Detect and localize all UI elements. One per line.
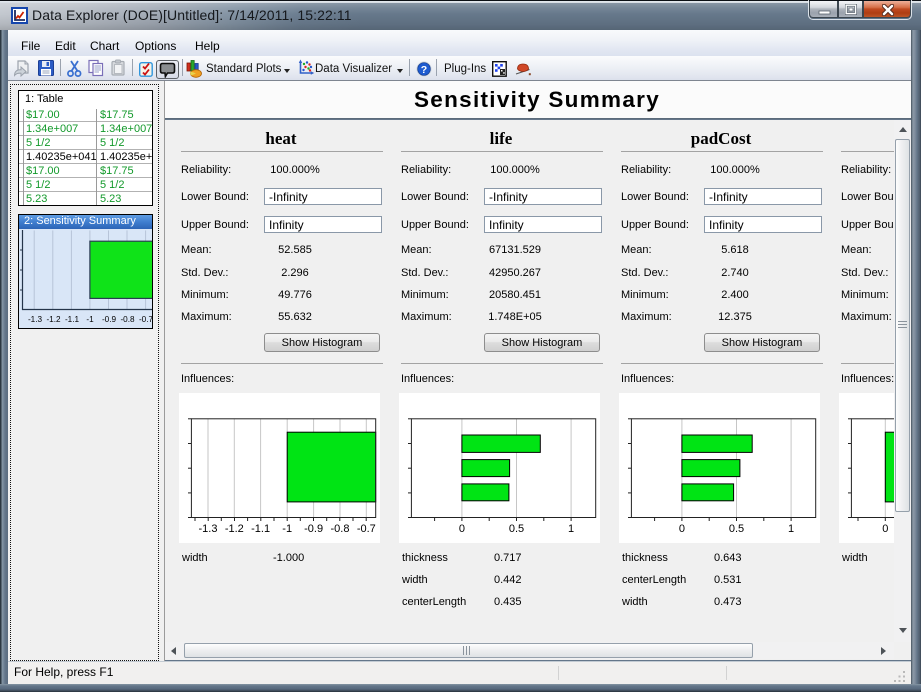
svg-text:-0.7: -0.7 [139, 315, 152, 324]
svg-text:-1: -1 [86, 315, 94, 324]
svg-text:-0.9: -0.9 [102, 315, 117, 324]
svg-text:-1.2: -1.2 [46, 315, 61, 324]
svg-text:0: 0 [459, 523, 465, 535]
svg-text:0: 0 [679, 523, 685, 535]
svg-text:0: 0 [882, 523, 888, 535]
svg-text:-0.8: -0.8 [120, 315, 135, 324]
svg-text:1: 1 [568, 523, 574, 535]
svg-text:1: 1 [788, 523, 794, 535]
svg-text:-0.9: -0.9 [304, 523, 323, 535]
svg-text:0.5: 0.5 [509, 523, 524, 535]
svg-text:-1: -1 [282, 523, 292, 535]
svg-text:-1.1: -1.1 [251, 523, 270, 535]
svg-text:-0.7: -0.7 [357, 523, 376, 535]
svg-text:?: ? [421, 64, 427, 76]
svg-text:-1.3: -1.3 [28, 315, 43, 324]
svg-text:-1.1: -1.1 [65, 315, 80, 324]
svg-text:-1.2: -1.2 [225, 523, 244, 535]
svg-text:-1.3: -1.3 [199, 523, 218, 535]
svg-text:-0.8: -0.8 [331, 523, 350, 535]
svg-text:0.5: 0.5 [729, 523, 744, 535]
